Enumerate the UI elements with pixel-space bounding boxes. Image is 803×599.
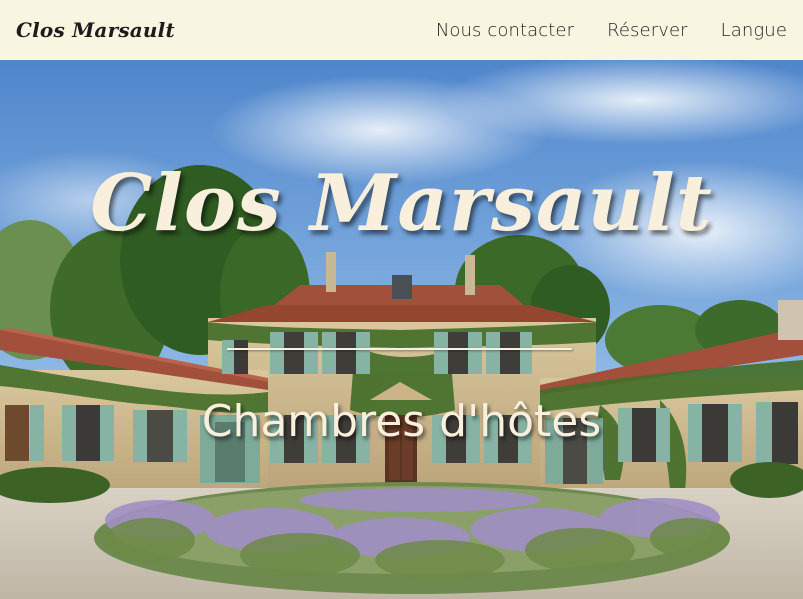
nav-language-link[interactable]: Langue bbox=[721, 20, 787, 41]
page: Clos Marsault Nous contacter Réserver La… bbox=[0, 0, 803, 599]
hero-section: Clos Marsault Chambres d'hôtes bbox=[0, 60, 803, 599]
hero-subtitle: Chambres d'hôtes bbox=[201, 396, 602, 447]
nav-book-link[interactable]: Réserver bbox=[607, 20, 688, 41]
main-nav: Nous contacter Réserver Langue bbox=[436, 20, 787, 41]
site-header: Clos Marsault Nous contacter Réserver La… bbox=[0, 0, 803, 60]
manor-house-photo bbox=[0, 60, 803, 599]
hero-title: Clos Marsault bbox=[90, 158, 713, 249]
brand-logo[interactable]: Clos Marsault bbox=[16, 18, 175, 42]
hero-divider bbox=[227, 348, 572, 350]
nav-contact-link[interactable]: Nous contacter bbox=[436, 20, 574, 41]
